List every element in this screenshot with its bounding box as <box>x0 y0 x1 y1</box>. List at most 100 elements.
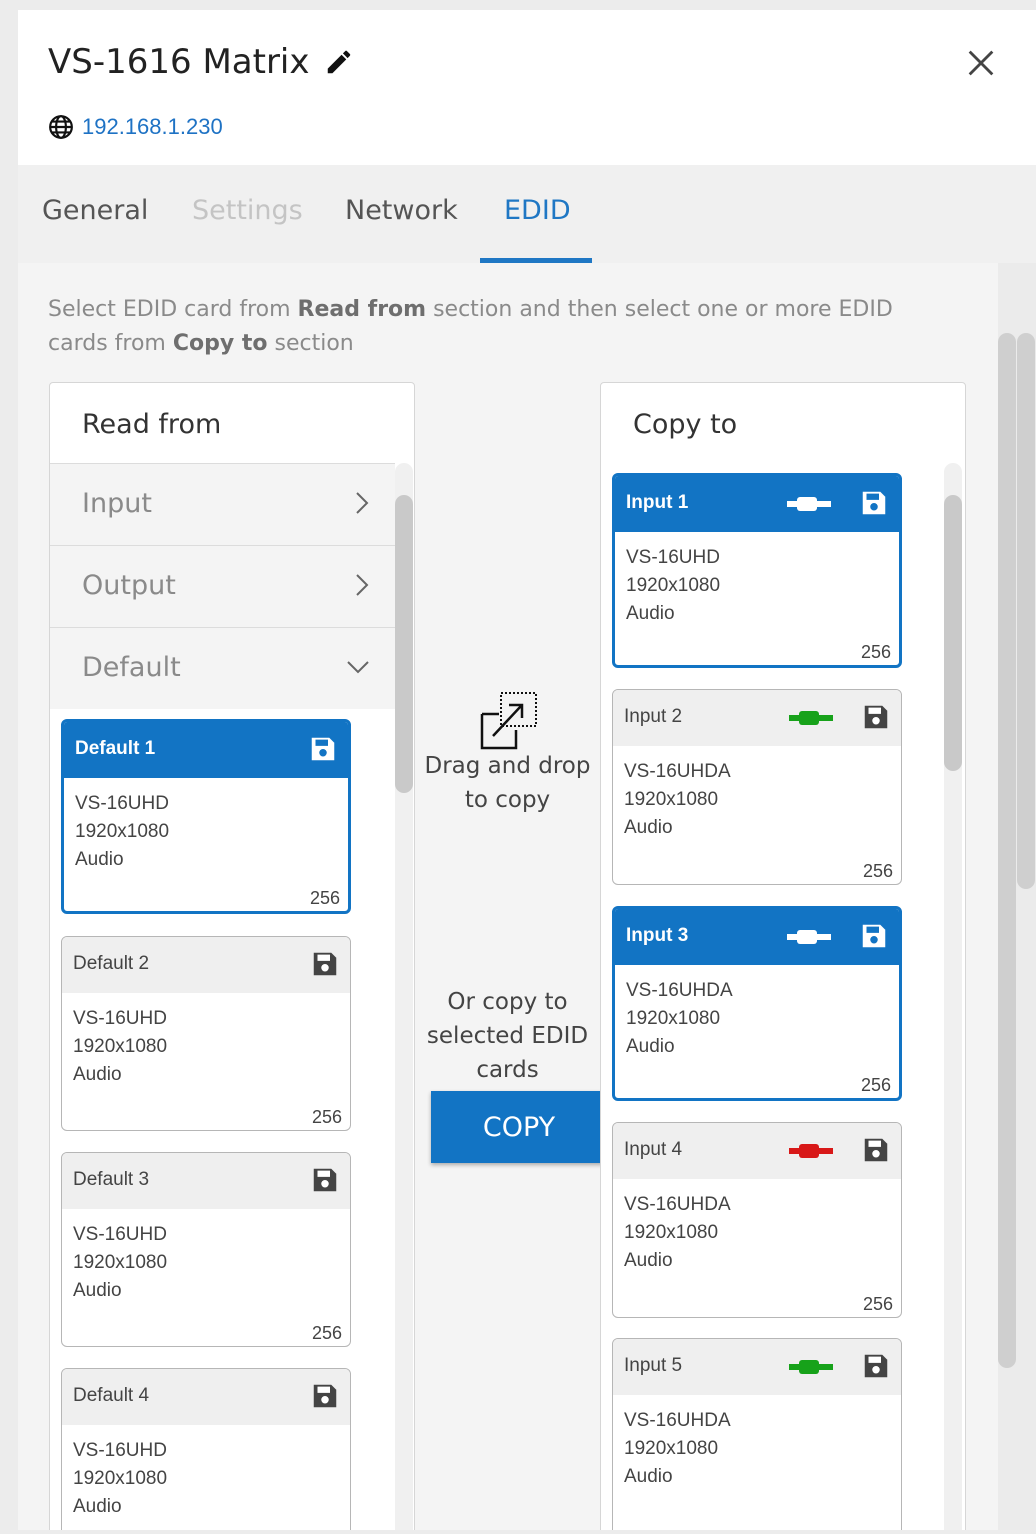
panel-header: VS-1616 Matrix 192.168.1.230 <box>18 10 1036 165</box>
card-model: VS-16UHDA <box>626 980 733 1001</box>
save-icon[interactable] <box>310 1381 340 1411</box>
edid-content: Select EDID card from Read from section … <box>18 263 1036 1530</box>
connector-green-icon <box>789 711 833 725</box>
card-model: VS-16UHDA <box>624 761 731 782</box>
connector-white-icon <box>787 497 831 511</box>
card-audio: Audio <box>75 849 124 870</box>
card-body: VS-16UHDA 1920x1080 Audio <box>615 965 899 1061</box>
card-header: Input 5 <box>613 1339 901 1395</box>
group-default[interactable]: Default <box>50 627 395 709</box>
read-from-scroll-thumb[interactable] <box>395 495 413 793</box>
edid-card[interactable]: Default 4VS-16UHD1920x1080Audio256 <box>61 1368 351 1530</box>
card-audio: Audio <box>624 1250 673 1271</box>
copy-hint-line: selected EDID <box>426 1023 589 1049</box>
tab-network[interactable]: Network <box>345 195 458 226</box>
card-audio: Audio <box>73 1064 122 1085</box>
card-audio: Audio <box>626 1036 675 1057</box>
drag-hint-line: to copy <box>464 787 551 813</box>
card-body: VS-16UHDA 1920x1080 Audio <box>613 1395 901 1491</box>
edid-card[interactable]: Default 3 VS-16UHD 1920x1080 Audio 256 <box>61 1152 351 1347</box>
card-name: Input 3 <box>626 925 689 946</box>
card-name: Input 5 <box>624 1355 683 1376</box>
read-from-scrollbar[interactable] <box>395 463 413 1530</box>
card-audio: Audio <box>73 1280 122 1301</box>
card-size: 256 <box>309 888 340 908</box>
instruction-bold: Copy to <box>172 331 268 356</box>
card-header: Default 2 <box>62 937 350 993</box>
card-audio: Audio <box>73 1496 122 1517</box>
card-resolution: 1920x1080 <box>73 1252 168 1273</box>
card-name: Input 4 <box>624 1139 683 1160</box>
card-name: Input 1 <box>626 492 689 513</box>
save-icon[interactable] <box>859 921 889 951</box>
tab-edid[interactable]: EDID <box>504 195 571 226</box>
card-body: VS-16UHD 1920x1080 Audio <box>64 778 348 874</box>
instruction-part: section <box>267 331 354 356</box>
instruction-part: Select EDID card from <box>48 297 298 322</box>
edid-card[interactable]: Input 1 VS-16UHD 1920x1080 Audio 256 <box>612 473 902 668</box>
ip-address-link[interactable]: 192.168.1.230 <box>82 114 223 140</box>
card-model: VS-16UHD <box>73 1008 167 1029</box>
read-from-title: Read from <box>82 409 222 440</box>
tab-general[interactable]: General <box>42 195 148 226</box>
close-icon[interactable] <box>964 46 998 80</box>
copy-button[interactable]: COPY <box>431 1091 607 1163</box>
card-resolution: 1920x1080 <box>624 1222 719 1243</box>
card-name: Input 2 <box>624 706 683 727</box>
card-size: 256 <box>311 1323 342 1343</box>
chevron-right-icon <box>356 574 369 596</box>
card-header: Input 4 <box>613 1123 901 1179</box>
group-output[interactable]: Output <box>50 545 395 627</box>
instruction-text: Select EDID card from Read from section … <box>48 293 948 361</box>
save-icon[interactable] <box>308 734 338 764</box>
drag-hint-line: Drag and drop <box>424 753 591 779</box>
card-header: Input 3 <box>615 909 899 965</box>
save-icon[interactable] <box>859 488 889 518</box>
save-icon[interactable] <box>861 1351 891 1381</box>
card-name: Default 4 <box>73 1385 150 1406</box>
connector-white-icon <box>787 930 831 944</box>
card-resolution: 1920x1080 <box>624 789 719 810</box>
ip-row: 192.168.1.230 <box>48 114 223 140</box>
copy-hint-line: cards <box>476 1057 539 1083</box>
edid-card[interactable]: Input 5 VS-16UHDA 1920x1080 Audio <box>612 1338 902 1530</box>
card-size: 256 <box>311 1107 342 1127</box>
copy-to-scroll-thumb[interactable] <box>944 495 962 771</box>
edid-card[interactable]: Default 2 VS-16UHD 1920x1080 Audio 256 <box>61 936 351 1131</box>
edid-card[interactable]: Default 1 VS-16UHD 1920x1080 Audio 256 <box>61 719 351 914</box>
edid-card[interactable]: Input 2 VS-16UHDA 1920x1080 Audio 256 <box>612 689 902 885</box>
tab-bar: General Settings Network EDID <box>18 165 1036 263</box>
card-model: VS-16UHDA <box>624 1410 731 1431</box>
copy-to-title: Copy to <box>633 409 738 440</box>
globe-icon <box>49 115 73 139</box>
title-row: VS-1616 Matrix <box>48 42 354 82</box>
card-audio: Audio <box>626 603 675 624</box>
save-icon[interactable] <box>310 1165 340 1195</box>
panel-scroll-thumb[interactable] <box>1017 333 1035 889</box>
instruction-bold: Read from <box>297 297 427 322</box>
edit-pencil-icon[interactable] <box>324 47 354 77</box>
connector-green-icon <box>789 1360 833 1374</box>
panel-scroll-thumb[interactable] <box>998 333 1016 1368</box>
group-input[interactable]: Input <box>50 463 395 545</box>
group-label: Default <box>82 652 181 683</box>
card-body: VS-16UHD 1920x1080 Audio <box>615 532 899 628</box>
card-size: 256 <box>860 1075 891 1095</box>
panel-scrollbar[interactable] <box>998 263 1036 1530</box>
edid-card[interactable]: Input 4 VS-16UHDA 1920x1080 Audio 256 <box>612 1122 902 1318</box>
page-title: VS-1616 Matrix <box>48 42 310 82</box>
tab-settings: Settings <box>192 195 303 226</box>
save-icon[interactable] <box>310 949 340 979</box>
save-icon[interactable] <box>861 702 891 732</box>
card-resolution: 1920x1080 <box>73 1036 168 1057</box>
save-icon[interactable] <box>861 1135 891 1165</box>
copy-to-scrollbar[interactable] <box>944 463 962 1530</box>
group-label: Input <box>82 488 152 519</box>
card-model: VS-16UHD <box>75 793 169 814</box>
card-resolution: 1920x1080 <box>626 575 721 596</box>
edid-card[interactable]: Input 3 VS-16UHDA 1920x1080 Audio 256 <box>612 906 902 1101</box>
copy-hint-line: Or copy to <box>447 989 568 1015</box>
device-panel: VS-1616 Matrix 192.168.1.230 General Set… <box>18 10 1036 1530</box>
card-resolution: 1920x1080 <box>73 1468 168 1489</box>
card-size: 256 <box>862 861 893 881</box>
